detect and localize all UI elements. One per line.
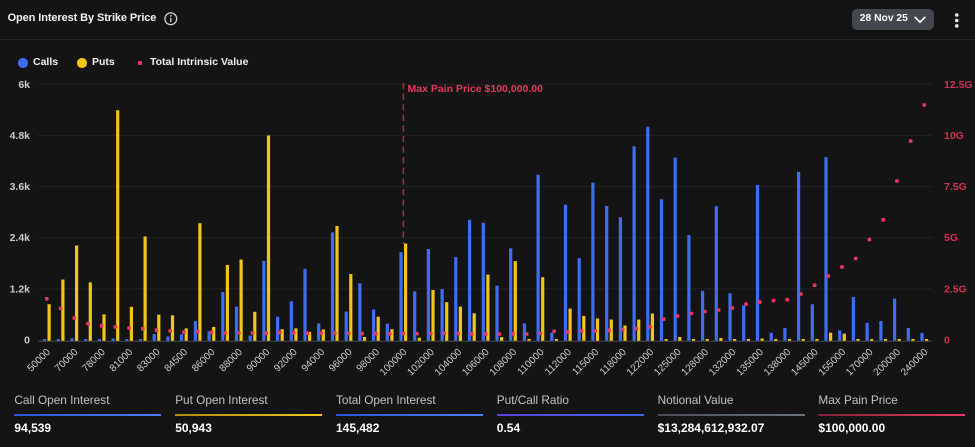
svg-text:132000: 132000 <box>707 347 739 379</box>
svg-text:106000: 106000 <box>460 347 492 379</box>
svg-text:112000: 112000 <box>543 347 574 378</box>
svg-text:155000: 155000 <box>817 347 849 379</box>
svg-text:70000: 70000 <box>53 347 81 375</box>
svg-text:7.5G: 7.5G <box>944 181 967 193</box>
svg-text:94000: 94000 <box>300 347 328 375</box>
svg-text:145000: 145000 <box>789 347 821 379</box>
svg-text:5G: 5G <box>944 232 958 244</box>
svg-text:12.5G: 12.5G <box>944 79 973 91</box>
svg-text:84500: 84500 <box>163 347 191 375</box>
svg-text:115000: 115000 <box>570 347 601 378</box>
svg-text:138000: 138000 <box>762 347 794 379</box>
svg-text:0: 0 <box>944 335 950 347</box>
svg-text:10G: 10G <box>944 130 964 142</box>
svg-text:128000: 128000 <box>680 347 712 379</box>
svg-text:200000: 200000 <box>872 347 904 379</box>
svg-text:4.8k: 4.8k <box>10 130 31 142</box>
svg-text:86000: 86000 <box>190 347 218 375</box>
svg-text:122000: 122000 <box>625 347 657 379</box>
svg-text:0: 0 <box>24 335 30 347</box>
svg-text:108000: 108000 <box>488 347 520 379</box>
svg-text:92000: 92000 <box>272 347 300 375</box>
svg-text:3.6k: 3.6k <box>10 181 31 193</box>
svg-text:Max Pain Price $100,000.00: Max Pain Price $100,000.00 <box>408 83 544 95</box>
svg-text:100000: 100000 <box>378 347 410 379</box>
svg-text:125000: 125000 <box>652 347 684 379</box>
svg-text:2.5G: 2.5G <box>944 283 967 295</box>
svg-text:118000: 118000 <box>598 347 629 378</box>
svg-text:78000: 78000 <box>80 347 108 375</box>
svg-text:170000: 170000 <box>844 347 876 379</box>
svg-text:83000: 83000 <box>135 347 163 375</box>
svg-text:90000: 90000 <box>245 347 273 375</box>
svg-text:110000: 110000 <box>516 347 547 378</box>
svg-text:96000: 96000 <box>327 347 355 375</box>
svg-text:6k: 6k <box>18 79 30 91</box>
svg-text:81000: 81000 <box>108 347 136 375</box>
svg-text:50000: 50000 <box>25 347 53 375</box>
svg-text:104000: 104000 <box>433 347 465 379</box>
svg-text:1.2k: 1.2k <box>10 283 31 295</box>
svg-text:88000: 88000 <box>217 347 245 375</box>
svg-text:102000: 102000 <box>405 347 437 379</box>
svg-text:2.4k: 2.4k <box>10 232 31 244</box>
svg-text:135000: 135000 <box>735 347 767 379</box>
svg-text:240000: 240000 <box>899 347 931 379</box>
